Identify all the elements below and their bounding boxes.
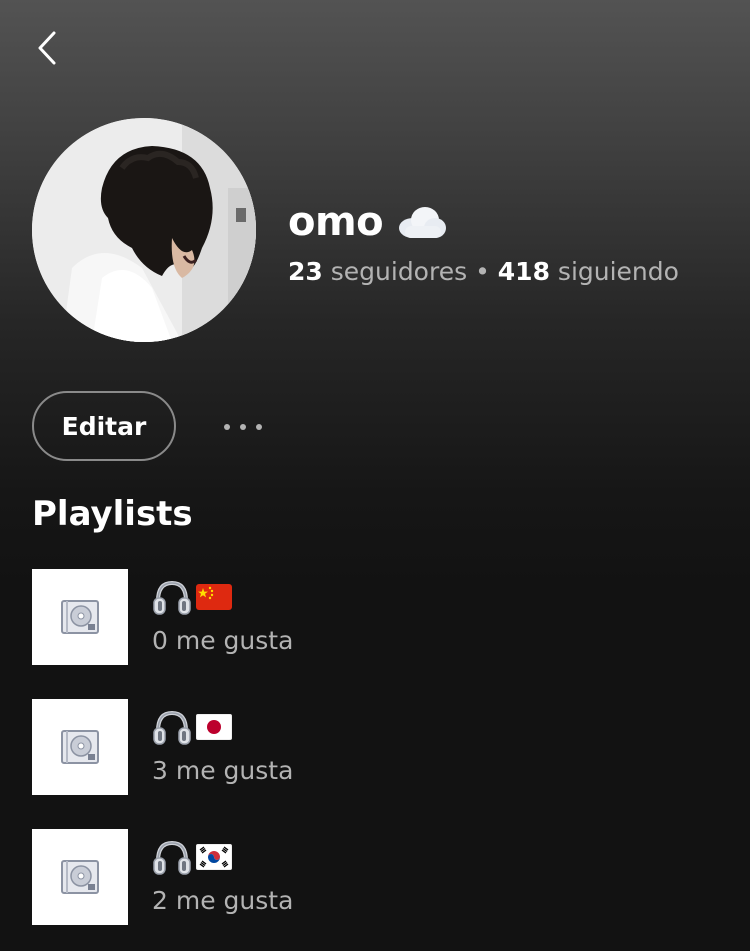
following-label[interactable]: siguiendo xyxy=(558,257,679,286)
headphones-icon xyxy=(153,580,191,615)
avatar[interactable] xyxy=(32,118,256,342)
playlist-item[interactable]: 0 me gusta xyxy=(32,569,722,665)
playlist-likes: 2 me gusta xyxy=(152,886,294,915)
playlist-cover xyxy=(32,699,128,795)
playlists-heading: Playlists xyxy=(32,494,193,534)
back-button[interactable] xyxy=(30,28,64,68)
profile-info: omo 23 seguidores • 418 siguiendo xyxy=(288,196,728,290)
more-horizontal-icon xyxy=(224,424,262,430)
edit-button[interactable]: Editar xyxy=(32,391,176,461)
playlist-text: 2 me gusta xyxy=(152,835,293,919)
follow-stats: 23 seguidores • 418 siguiendo xyxy=(288,254,728,290)
playlist-title xyxy=(152,835,293,879)
headphones-icon xyxy=(153,840,191,875)
playlist-text: 0 me gusta xyxy=(152,575,293,659)
playlist-cover xyxy=(32,829,128,925)
cd-case-icon xyxy=(61,600,99,634)
profile-name: omo xyxy=(288,199,384,245)
playlist-likes: 0 me gusta xyxy=(152,626,294,655)
playlist-text: 3 me gusta xyxy=(152,705,293,789)
cd-case-icon xyxy=(61,730,99,764)
profile-screen: omo 23 seguidores • 418 siguiendo Editar xyxy=(0,0,750,951)
followers-label[interactable]: seguidores xyxy=(331,257,467,286)
playlist-title xyxy=(152,705,293,749)
china-flag-icon xyxy=(196,584,232,610)
cd-case-icon xyxy=(61,860,99,894)
followers-count[interactable]: 23 xyxy=(288,257,323,286)
name-row: omo xyxy=(288,196,728,248)
playlist-title xyxy=(152,575,293,619)
stats-separator: • xyxy=(475,257,490,286)
playlist-likes: 3 me gusta xyxy=(152,756,294,785)
profile-photo xyxy=(32,118,256,342)
playlist-item[interactable]: 3 me gusta xyxy=(32,699,722,795)
japan-flag-icon xyxy=(196,714,232,740)
south-korea-flag-icon xyxy=(196,844,232,870)
headphones-icon xyxy=(153,710,191,745)
chevron-left-icon xyxy=(38,31,56,65)
following-count[interactable]: 418 xyxy=(498,257,550,286)
playlist-cover xyxy=(32,569,128,665)
playlist-item[interactable]: 2 me gusta xyxy=(32,829,722,925)
cloud-icon xyxy=(395,204,447,240)
more-options-button[interactable] xyxy=(218,412,268,442)
